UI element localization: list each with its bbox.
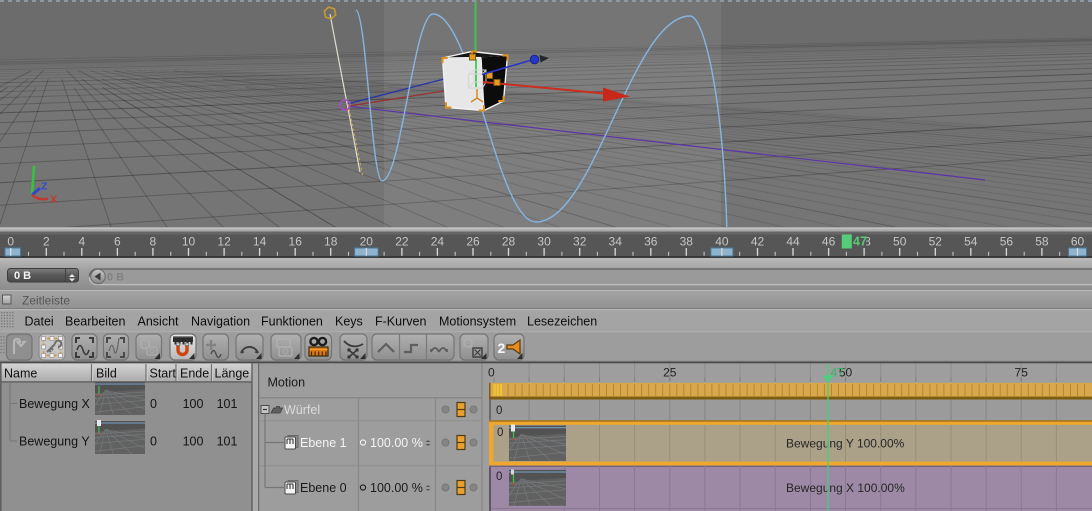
- svg-text:Würfel: Würfel: [284, 403, 320, 417]
- svg-text:Bewegung X: Bewegung X: [19, 397, 91, 411]
- svg-text:Name: Name: [4, 367, 37, 381]
- svg-text:42: 42: [751, 235, 765, 249]
- svg-text:101: 101: [217, 397, 238, 411]
- svg-text:24: 24: [431, 235, 445, 249]
- svg-text:0 B: 0 B: [14, 270, 31, 282]
- svg-text:0: 0: [496, 471, 502, 483]
- svg-text:2: 2: [498, 340, 506, 356]
- svg-text:Keys: Keys: [335, 315, 363, 329]
- svg-text:Länge: Länge: [215, 367, 250, 381]
- svg-text:47: 47: [853, 235, 867, 249]
- svg-text:0: 0: [7, 235, 14, 249]
- svg-text:Bild: Bild: [96, 367, 117, 381]
- svg-text:0: 0: [497, 427, 503, 439]
- svg-text:Zeitleiste: Zeitleiste: [22, 294, 70, 308]
- svg-text:Start: Start: [150, 367, 177, 381]
- svg-text:0: 0: [150, 435, 157, 449]
- svg-text:36: 36: [644, 235, 658, 249]
- svg-text:34: 34: [609, 235, 623, 249]
- svg-text:22: 22: [395, 235, 409, 249]
- svg-text:101: 101: [217, 435, 238, 449]
- svg-text:Funktionen: Funktionen: [261, 315, 323, 329]
- svg-text:4: 4: [78, 235, 85, 249]
- svg-text:Datei: Datei: [25, 315, 54, 329]
- svg-text:Ebene 1: Ebene 1: [300, 436, 347, 450]
- svg-text:52: 52: [929, 235, 943, 249]
- svg-text:Ende: Ende: [180, 367, 209, 381]
- svg-text:58: 58: [1035, 235, 1049, 249]
- svg-text:F-Kurven: F-Kurven: [375, 315, 426, 329]
- svg-text:2: 2: [43, 235, 50, 249]
- svg-text:Motion: Motion: [268, 376, 306, 390]
- svg-text:8: 8: [150, 235, 157, 249]
- svg-text:56: 56: [1000, 235, 1014, 249]
- svg-text:12: 12: [217, 235, 231, 249]
- svg-text:50: 50: [893, 235, 907, 249]
- svg-text:16: 16: [289, 235, 303, 249]
- svg-text:100: 100: [183, 397, 204, 411]
- svg-text:40: 40: [715, 235, 729, 249]
- svg-text:30: 30: [537, 235, 551, 249]
- svg-text:Bewegung X 100.00%: Bewegung X 100.00%: [786, 481, 905, 495]
- svg-text:0: 0: [496, 405, 502, 417]
- svg-text:38: 38: [680, 235, 694, 249]
- svg-text:0 B: 0 B: [107, 272, 124, 284]
- svg-text:Bearbeiten: Bearbeiten: [65, 315, 126, 329]
- svg-text:32: 32: [573, 235, 587, 249]
- svg-text:Bewegung Y 100.00%: Bewegung Y 100.00%: [786, 437, 905, 451]
- svg-text:0: 0: [488, 366, 495, 380]
- svg-text:46: 46: [822, 235, 836, 249]
- svg-text:54: 54: [964, 235, 978, 249]
- svg-text:X: X: [50, 194, 58, 206]
- svg-text:18: 18: [324, 235, 338, 249]
- svg-text:Ebene 0: Ebene 0: [300, 481, 347, 495]
- svg-text:28: 28: [502, 235, 516, 249]
- svg-text:47: 47: [831, 366, 845, 380]
- svg-text:100.00 %: 100.00 %: [370, 481, 423, 495]
- svg-text:20: 20: [360, 235, 374, 249]
- svg-text:26: 26: [466, 235, 480, 249]
- svg-text:60: 60: [1071, 235, 1085, 249]
- svg-text:100: 100: [183, 435, 204, 449]
- svg-text:Navigation: Navigation: [191, 315, 250, 329]
- svg-text:10: 10: [182, 235, 196, 249]
- svg-text:6: 6: [114, 235, 121, 249]
- svg-text:0: 0: [150, 397, 157, 411]
- svg-text:Motionsystem: Motionsystem: [439, 315, 516, 329]
- svg-text:Ansicht: Ansicht: [138, 315, 180, 329]
- svg-text:Z: Z: [41, 181, 48, 193]
- svg-text:14: 14: [253, 235, 267, 249]
- svg-text:Lesezeichen: Lesezeichen: [527, 315, 597, 329]
- svg-text:100.00 %: 100.00 %: [370, 436, 423, 450]
- svg-text:Bewegung Y: Bewegung Y: [19, 435, 90, 449]
- svg-text:44: 44: [786, 235, 800, 249]
